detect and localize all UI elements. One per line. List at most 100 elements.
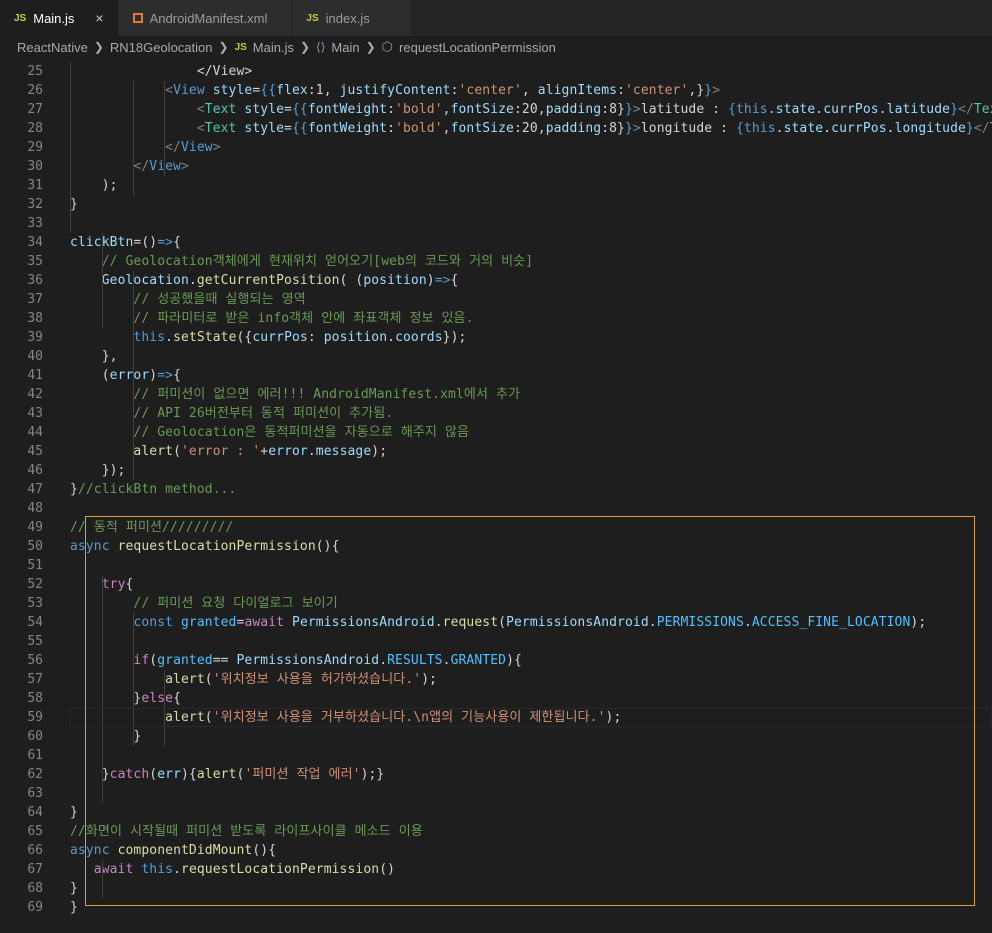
code-line[interactable]: 31 );: [0, 176, 992, 195]
code-line[interactable]: 32}: [0, 195, 992, 214]
code-line[interactable]: 26 <View style={{flex:1, justifyContent:…: [0, 81, 992, 100]
code-token: fontSize: [450, 102, 514, 117]
code-line[interactable]: 36 Geolocation.getCurrentPosition( (posi…: [0, 271, 992, 290]
code-token: // 퍼미션이 없으면 에러!!! AndroidManifest.xml에서 …: [133, 387, 521, 402]
code-token: currPos: [831, 121, 887, 136]
line-number: 34: [27, 235, 43, 250]
line-number: 29: [27, 140, 43, 155]
code-line[interactable]: 38 // 파라미터로 받은 info객체 안에 좌표객체 정보 있음.: [0, 309, 992, 328]
code-line[interactable]: 25 </View>: [0, 62, 992, 81]
code-line[interactable]: 33: [0, 214, 992, 233]
line-number: 61: [27, 748, 43, 763]
code-text: (error)=>{: [70, 366, 181, 385]
code-text: // Geolocation객체에게 현재위치 얻어오기[web의 코드와 거의…: [70, 252, 533, 271]
breadcrumb-item-project[interactable]: RN18Geolocation: [110, 40, 213, 55]
code-line[interactable]: 28 <Text style={{fontWeight:'bold',fontS…: [0, 119, 992, 138]
code-line[interactable]: 40 },: [0, 347, 992, 366]
code-line[interactable]: 34 clickBtn=()=>{: [0, 233, 992, 252]
tab-android-manifest[interactable]: AndroidManifest.xml: [118, 0, 293, 36]
editor-tab-bar: JS Main.js × AndroidManifest.xml JS inde…: [0, 0, 992, 36]
code-line[interactable]: 66 async componentDidMount(){: [0, 841, 992, 860]
code-token: setState: [173, 330, 237, 345]
code-token: );: [371, 444, 388, 459]
code-line[interactable]: 50 async requestLocationPermission(){: [0, 537, 992, 556]
code-line[interactable]: 49 // 동적 퍼미션/////////: [0, 518, 992, 537]
breadcrumb-item-reactnative[interactable]: ReactNative: [17, 40, 88, 55]
line-number: 42: [27, 387, 43, 402]
code-token: }: [950, 102, 959, 117]
code-line[interactable]: 30 </View>: [0, 157, 992, 176]
code-token: style: [236, 102, 285, 117]
code-line[interactable]: 46 });: [0, 461, 992, 480]
code-line[interactable]: 42 // 퍼미션이 없으면 에러!!! AndroidManifest.xml…: [0, 385, 992, 404]
code-token: PermissionsAndroid: [292, 615, 435, 630]
code-token: (: [70, 368, 110, 383]
code-token: async: [70, 539, 110, 554]
code-text: // API 26버전부터 동적 퍼미션이 추가됨.: [70, 404, 393, 423]
code-line[interactable]: 29 </View>: [0, 138, 992, 157]
code-text: <Text style={{fontWeight:'bold',fontSize…: [70, 100, 992, 119]
code-line[interactable]: 51: [0, 556, 992, 575]
code-token: :8}: [601, 102, 625, 117]
code-line[interactable]: 48: [0, 499, 992, 518]
code-line[interactable]: 68}: [0, 879, 992, 898]
code-line[interactable]: 41 (error)=>{: [0, 366, 992, 385]
code-token: });: [70, 463, 126, 478]
code-editor[interactable]: 25 </View> 26 <View style={{flex:1, justi…: [0, 58, 992, 933]
indent-guide: [133, 271, 134, 366]
code-line[interactable]: 37 // 성공했을때 실행되는 영역: [0, 290, 992, 309]
indent-guide: [70, 62, 71, 233]
code-line[interactable]: 64}: [0, 803, 992, 822]
line-number: 40: [27, 349, 43, 364]
breadcrumb-item-class[interactable]: Main: [331, 40, 359, 55]
code-token: .: [434, 615, 443, 630]
code-line[interactable]: 54 const granted=await PermissionsAndroi…: [0, 613, 992, 632]
close-icon[interactable]: ×: [95, 10, 103, 26]
code-text: alert('error : '+error.message);: [70, 442, 387, 461]
code-line[interactable]: 39 this.setState({currPos: position.coor…: [0, 328, 992, 347]
breadcrumb-item-file[interactable]: Main.js: [253, 40, 294, 55]
code-line[interactable]: 67 await this.requestLocationPermission(…: [0, 860, 992, 879]
code-line[interactable]: 56 if(granted== PermissionsAndroid.RESUL…: [0, 651, 992, 670]
line-number: 25: [27, 64, 43, 79]
code-line[interactable]: 53 // 퍼미션 요청 다이얼로그 보이기: [0, 594, 992, 613]
code-token: RESULTS: [387, 653, 443, 668]
code-line[interactable]: 65 //화면이 시작될때 퍼미션 받도록 라이프사이클 메소드 이용: [0, 822, 992, 841]
code-line[interactable]: 45 alert('error : '+error.message);: [0, 442, 992, 461]
tab-main-js[interactable]: JS Main.js ×: [0, 0, 119, 36]
code-line[interactable]: 47}//clickBtn method...: [0, 480, 992, 499]
code-line[interactable]: 60 }: [0, 727, 992, 746]
code-line[interactable]: 69}: [0, 898, 992, 917]
code-line[interactable]: 55: [0, 632, 992, 651]
code-line[interactable]: 43 // API 26버전부터 동적 퍼미션이 추가됨.: [0, 404, 992, 423]
chevron-right-icon: ❯: [218, 40, 229, 54]
line-number: 49: [27, 520, 43, 535]
code-line[interactable]: 44 // Geolocation은 동적퍼미션을 자동으로 해주지 않음: [0, 423, 992, 442]
code-line[interactable]: 35 // Geolocation객체에게 현재위치 얻어오기[web의 코드와…: [0, 252, 992, 271]
code-line[interactable]: 63: [0, 784, 992, 803]
code-line[interactable]: 27 <Text style={{fontWeight:'bold',fontS…: [0, 100, 992, 119]
line-number: 38: [27, 311, 43, 326]
code-line[interactable]: 58 }else{: [0, 689, 992, 708]
code-line[interactable]: 62 }catch(err){alert('퍼미션 작업 에러');}: [0, 765, 992, 784]
code-token: fontWeight: [307, 121, 388, 136]
tab-index-js[interactable]: JS index.js: [292, 0, 411, 36]
code-line[interactable]: 52 try{: [0, 575, 992, 594]
code-token: }: [624, 121, 633, 136]
code-token: .: [307, 444, 316, 459]
line-number: 26: [27, 83, 43, 98]
breadcrumb-item-method[interactable]: requestLocationPermission: [399, 40, 556, 55]
code-token: componentDidMount: [117, 843, 253, 858]
code-token: padding: [545, 121, 602, 136]
code-line[interactable]: 61: [0, 746, 992, 765]
code-line[interactable]: 57 alert('위치정보 사용을 허가하셨습니다.');: [0, 670, 992, 689]
indent-guide: [164, 81, 165, 176]
code-token: {{: [291, 102, 308, 117]
code-token: =(): [133, 235, 158, 250]
javascript-file-icon: JS: [306, 12, 319, 24]
